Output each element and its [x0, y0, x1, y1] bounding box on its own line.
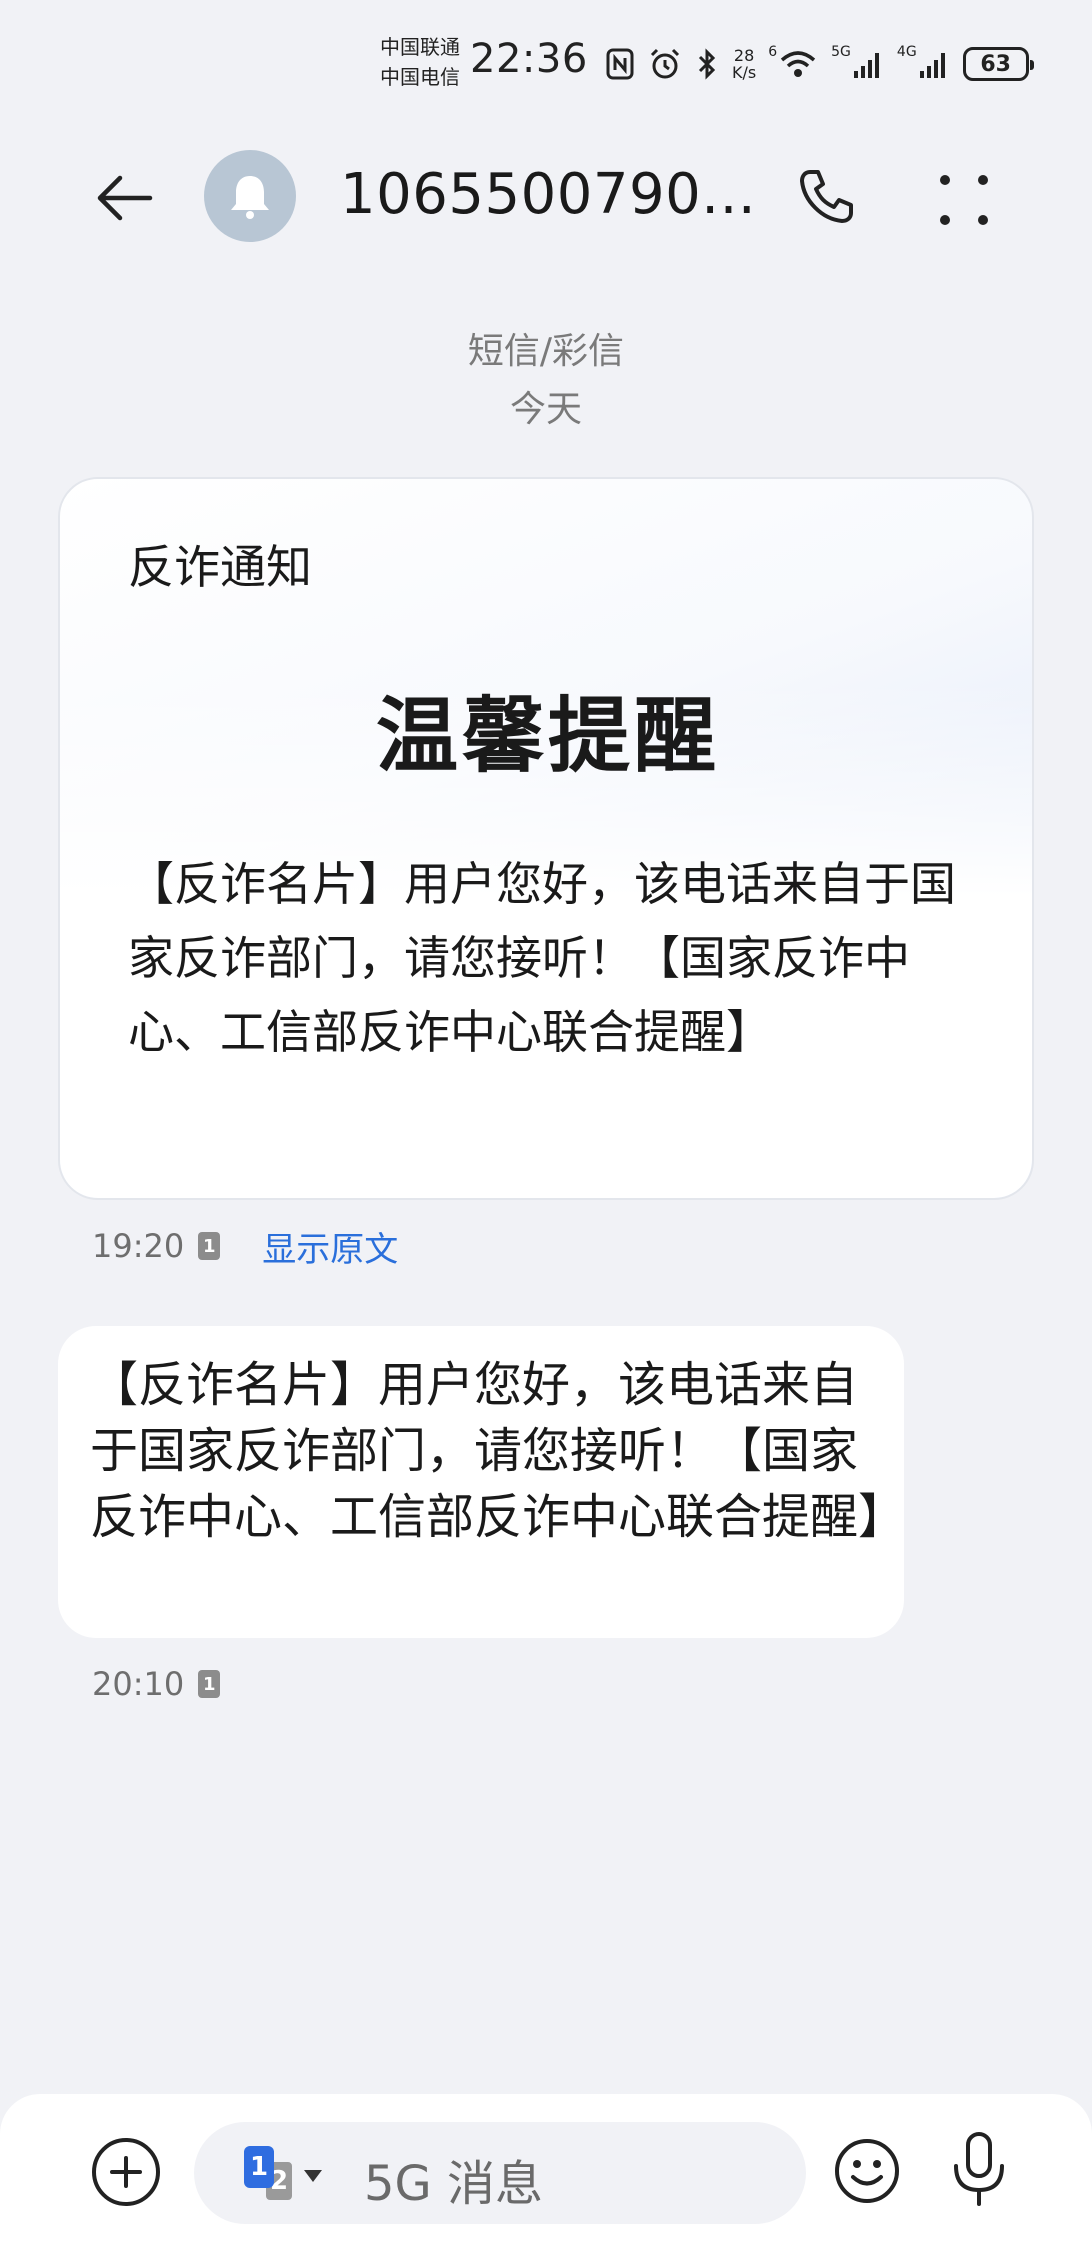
carrier-1: 中国联通 [380, 35, 460, 59]
message-input[interactable]: 2 1 5G 消息 [194, 2122, 806, 2224]
more-dot [978, 175, 988, 185]
plus-icon [110, 2156, 142, 2188]
carrier-2: 中国电信 [380, 65, 460, 89]
contact-avatar[interactable] [204, 150, 296, 242]
more-dot [978, 215, 988, 225]
message-type-label: 短信/彩信 [467, 331, 625, 372]
card-message-meta: 19:20 1 显示原文 [92, 1222, 398, 1271]
text-message-meta: 20:10 1 [92, 1662, 221, 1706]
network-speed: 28 K/s [732, 46, 757, 82]
wifi-icon [779, 49, 817, 79]
more-options-button[interactable] [930, 164, 1002, 236]
sim-switch-button[interactable]: 2 1 [244, 2146, 324, 2202]
message-bubble[interactable]: 【反诈名片】用户您好，该电话来自于国家反诈部门，请您接听！【国家反诈中心、工信部… [58, 1326, 907, 1638]
rich-card-message[interactable]: 反诈通知 温馨提醒 【反诈名片】用户您好，该电话来自于国家反诈部门，请您接听！【… [58, 477, 1034, 1200]
phone-icon [800, 170, 853, 223]
sim-badge: 1 [198, 1670, 221, 1698]
signal-2-label: 4G [896, 44, 917, 60]
card-label: 反诈通知 [128, 540, 312, 594]
nfc-icon [606, 48, 634, 80]
sms-conversation-screen: 中国联通 中国电信 22:36 28 K/s 6 5G 4G 63 106550… [0, 0, 1092, 2252]
sim-badge: 1 [198, 1232, 221, 1260]
alarm-icon [648, 47, 682, 81]
wifi-6-label: 6 [768, 44, 778, 60]
card-body: 【反诈名片】用户您好，该电话来自于国家反诈部门，请您接听！【国家反诈中心、工信部… [128, 857, 956, 1059]
contact-name[interactable]: 1065500790... [340, 162, 756, 227]
signal-1-label: 5G [831, 44, 851, 60]
message-time: 19:20 [92, 1227, 185, 1265]
voice-input-button[interactable] [944, 2130, 1014, 2210]
battery-level: 63 [980, 51, 1011, 77]
back-arrow-icon [97, 175, 153, 221]
status-bar: 中国联通 中国电信 22:36 28 K/s 6 5G 4G 63 [0, 0, 1092, 130]
bell-icon [231, 176, 269, 219]
add-attachment-button[interactable] [92, 2138, 160, 2206]
message-time: 20:10 [92, 1665, 185, 1703]
more-dot [940, 215, 950, 225]
microphone-icon [954, 2132, 1004, 2206]
input-placeholder: 5G 消息 [364, 2156, 543, 2212]
conversation-header: 1065500790... [0, 140, 1092, 250]
more-dot [940, 175, 950, 185]
emoji-button[interactable] [832, 2136, 902, 2206]
call-button[interactable] [790, 160, 862, 232]
show-original-link[interactable]: 显示原文 [262, 1222, 398, 1271]
status-icons: 28 K/s 6 5G 4G 63 [606, 42, 1034, 86]
signal-2-icon [919, 49, 949, 79]
signal-1-icon [853, 49, 883, 79]
bluetooth-icon [696, 47, 718, 81]
message-text: 【反诈名片】用户您好，该电话来自于国家反诈部门，请您接听！【国家反诈中心、工信部… [90, 1357, 907, 1545]
back-button[interactable] [88, 162, 160, 234]
message-composer: 2 1 5G 消息 [0, 2094, 1092, 2252]
carrier-names: 中国联通 中国电信 [380, 32, 460, 92]
date-divider: 今天 [509, 389, 582, 430]
sim-1-icon: 1 [244, 2146, 274, 2188]
battery-icon: 63 [962, 47, 1034, 81]
status-clock: 22:36 [470, 36, 588, 82]
smiley-icon [835, 2139, 899, 2203]
chevron-down-icon [304, 2170, 322, 2182]
card-title: 温馨提醒 [375, 689, 720, 784]
